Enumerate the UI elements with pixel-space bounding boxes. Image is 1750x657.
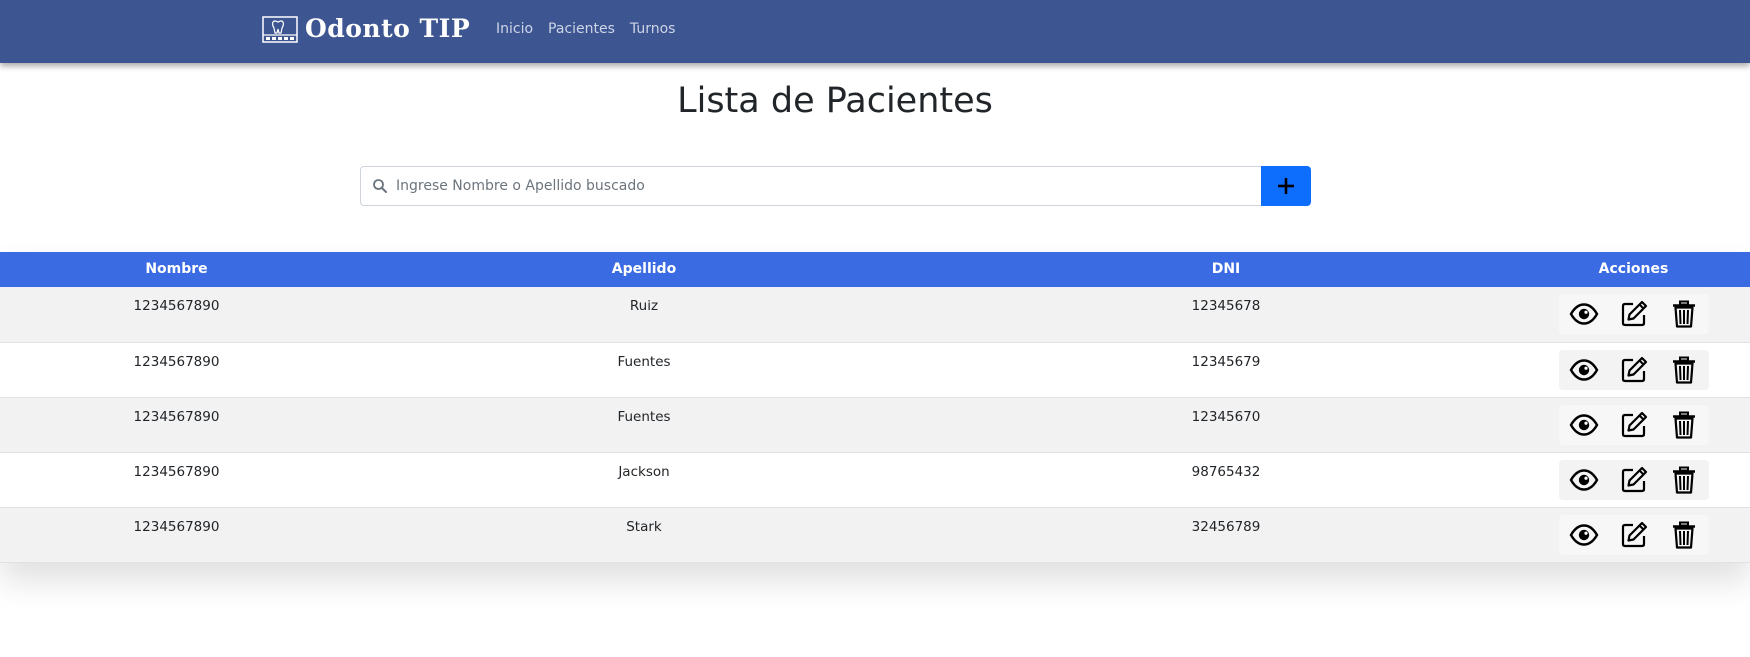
cell-acciones [1517, 342, 1750, 397]
column-header-apellido[interactable]: Apellido [353, 252, 935, 287]
edit-icon [1621, 300, 1647, 327]
edit-button[interactable] [1618, 409, 1650, 441]
view-button[interactable] [1568, 464, 1600, 496]
page-title: Lista de Pacientes [677, 81, 993, 121]
column-header-dni[interactable]: DNI [935, 252, 1517, 287]
cell-nombre: 1234567890 [133, 353, 220, 370]
edit-button[interactable] [1618, 519, 1650, 551]
cell-nombre: 1234567890 [133, 518, 220, 535]
column-header-nombre[interactable]: Nombre [0, 252, 353, 287]
patients-table-wrapper: Nombre Apellido DNI Acciones 1234567890 … [0, 252, 1750, 563]
cell-dni: 12345679 [1191, 353, 1261, 370]
nav-link-inicio[interactable]: Inicio [496, 20, 533, 38]
cell-apellido: Stark [626, 518, 662, 535]
table-row: 1234567890 Ruiz 12345678 [0, 287, 1750, 342]
plus-icon [1278, 178, 1294, 194]
view-button[interactable] [1568, 298, 1600, 330]
delete-button[interactable] [1668, 519, 1700, 551]
cell-dni: 98765432 [1191, 463, 1261, 480]
brand[interactable]: Odonto TIP [262, 15, 470, 43]
trash-icon [1672, 356, 1695, 384]
table-row: 1234567890 Jackson 98765432 [0, 452, 1750, 507]
cell-nombre: 1234567890 [133, 298, 220, 314]
row-actions [1558, 459, 1709, 500]
edit-button[interactable] [1618, 298, 1650, 330]
view-button[interactable] [1568, 409, 1600, 441]
cell-acciones [1517, 452, 1750, 507]
add-patient-button[interactable] [1261, 166, 1311, 206]
edit-icon [1621, 521, 1647, 547]
edit-icon [1621, 356, 1647, 382]
nav-links: Inicio Pacientes Turnos [496, 20, 690, 38]
nav-link-pacientes[interactable]: Pacientes [548, 20, 615, 38]
cell-nombre: 1234567890 [133, 408, 220, 425]
navbar: Odonto TIP Inicio Pacientes Turnos [0, 0, 1750, 63]
view-button[interactable] [1568, 519, 1600, 551]
table-row: 1234567890 Fuentes 12345670 [0, 397, 1750, 452]
delete-button[interactable] [1668, 298, 1700, 330]
eye-icon [1569, 523, 1598, 546]
search-icon [373, 179, 387, 193]
cell-apellido: Fuentes [617, 408, 671, 425]
cell-dni: 32456789 [1191, 518, 1261, 535]
eye-icon [1569, 358, 1598, 381]
row-actions [1558, 294, 1709, 334]
trash-icon [1672, 466, 1695, 494]
column-header-acciones: Acciones [1598, 261, 1669, 277]
trash-icon [1672, 521, 1695, 549]
nav-link-turnos[interactable]: Turnos [630, 20, 676, 38]
eye-icon [1569, 468, 1598, 491]
cell-apellido: Jackson [618, 463, 670, 480]
delete-button[interactable] [1668, 354, 1700, 386]
edit-icon [1621, 411, 1647, 437]
delete-button[interactable] [1668, 464, 1700, 496]
eye-icon [1569, 303, 1598, 325]
eye-icon [1569, 413, 1598, 436]
search-box [360, 166, 1261, 206]
search-input[interactable] [396, 168, 1261, 204]
edit-button[interactable] [1618, 464, 1650, 496]
delete-button[interactable] [1668, 409, 1700, 441]
table-row: 1234567890 Fuentes 12345679 [0, 342, 1750, 397]
cell-dni: 12345670 [1191, 408, 1261, 425]
cell-acciones [1517, 287, 1750, 342]
cell-nombre: 1234567890 [133, 463, 220, 480]
tooth-logo-icon [262, 15, 298, 43]
row-actions [1558, 404, 1709, 445]
brand-name: Odonto TIP [305, 14, 471, 43]
trash-icon [1672, 300, 1695, 328]
table-header-row: Nombre Apellido DNI Acciones [0, 252, 1750, 287]
cell-apellido: Ruiz [629, 298, 659, 314]
edit-icon [1621, 466, 1647, 492]
table-row: 1234567890 Stark 32456789 [0, 507, 1750, 562]
cell-apellido: Fuentes [617, 353, 671, 370]
table-body: 1234567890 Ruiz 12345678 1234567890 Fuen… [0, 287, 1750, 562]
cell-acciones [1517, 507, 1750, 562]
row-actions [1558, 514, 1709, 555]
edit-button[interactable] [1618, 354, 1650, 386]
row-actions [1558, 349, 1709, 390]
patients-table: Nombre Apellido DNI Acciones 1234567890 … [0, 252, 1750, 563]
trash-icon [1672, 411, 1695, 439]
cell-acciones [1517, 397, 1750, 452]
cell-dni: 12345678 [1191, 298, 1261, 314]
search-group [360, 166, 1311, 206]
view-button[interactable] [1568, 354, 1600, 386]
